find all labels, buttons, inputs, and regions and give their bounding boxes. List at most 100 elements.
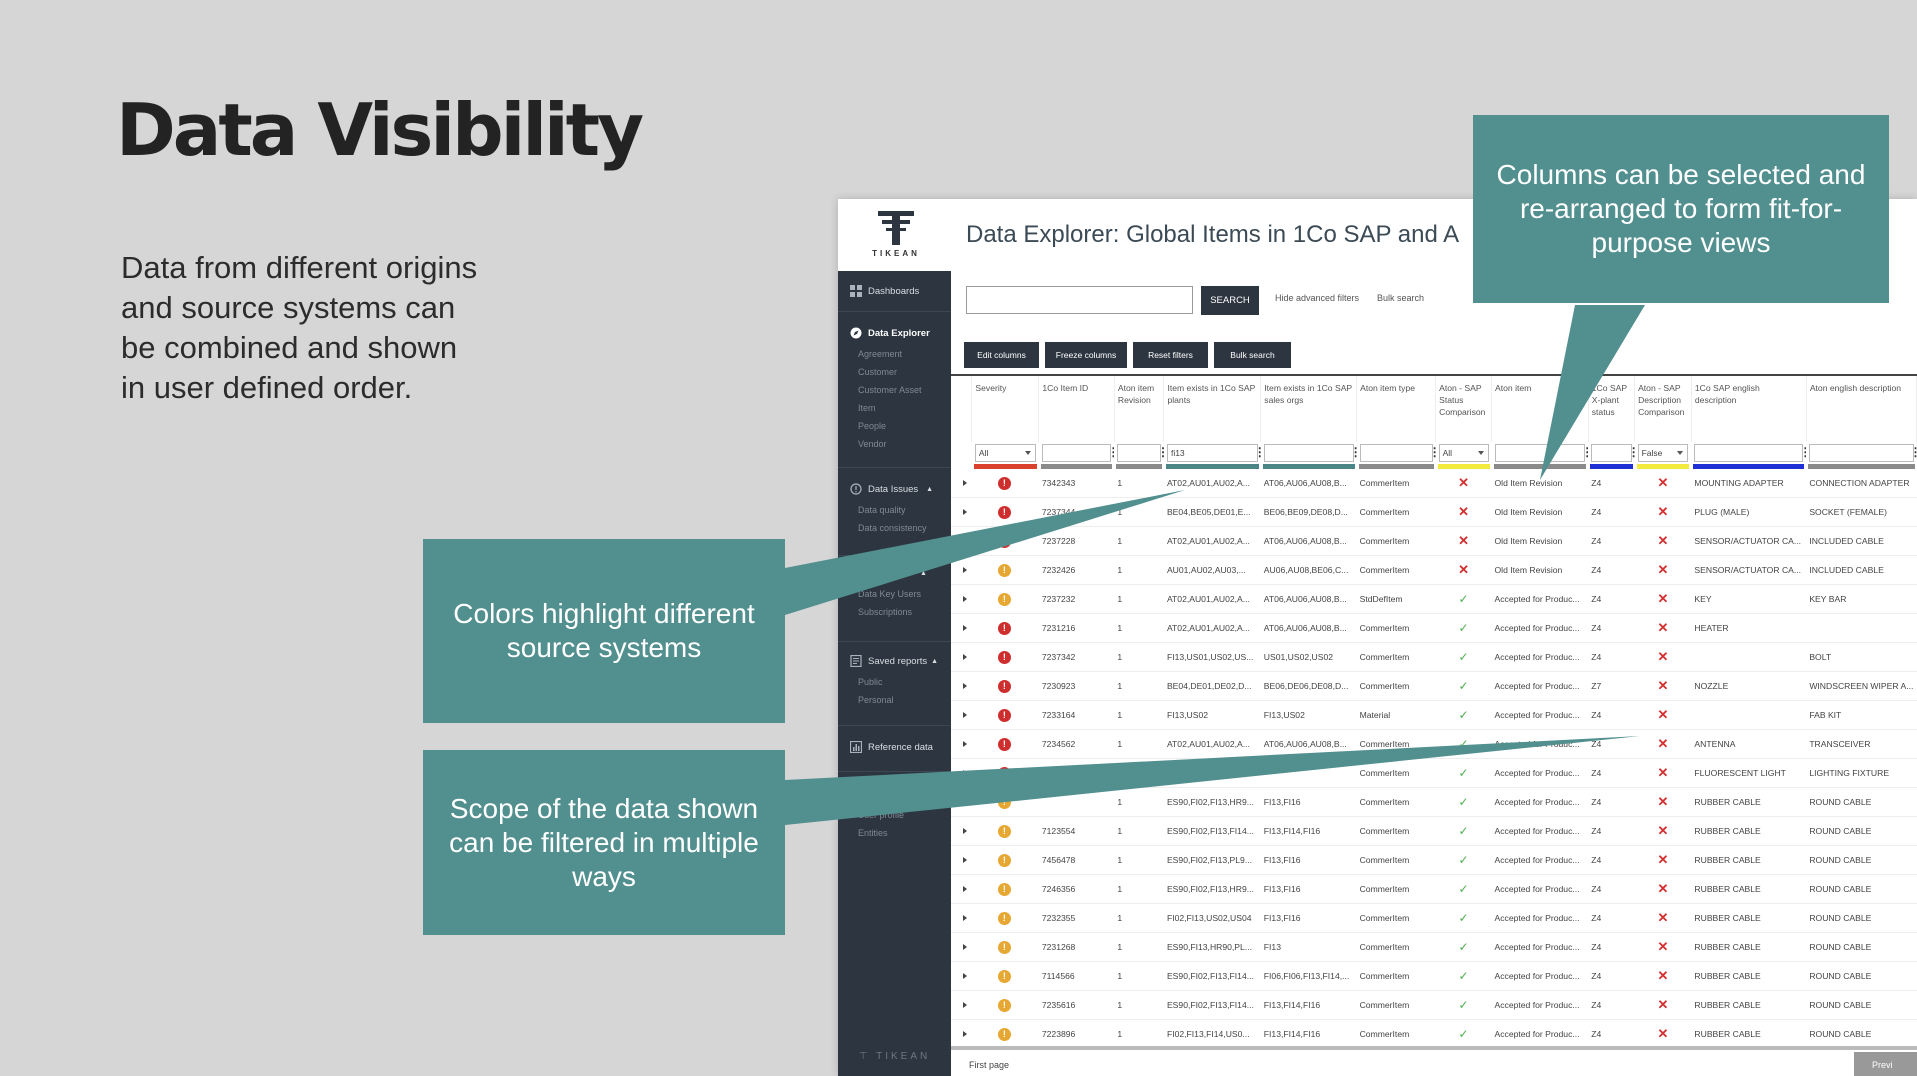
- sidebar-item-dashboards[interactable]: Dashboards: [838, 279, 951, 303]
- sidebar-item-saved-reports[interactable]: Saved reports ▲: [838, 649, 951, 673]
- table-row[interactable]: ! 7237228 1 AT02,AU01,AU02,A... AT06,AU06,AU…: [951, 526, 1917, 556]
- sidebar-subitem-people[interactable]: People: [838, 417, 951, 435]
- sidebar-subitem-entities[interactable]: Entities: [838, 824, 951, 842]
- expand-row-toggle[interactable]: [951, 787, 972, 817]
- expand-row-toggle[interactable]: [951, 903, 972, 933]
- table-row[interactable]: ! 7456478 1 ES90,FI02,FI13,PL9... FI13,FI16 C…: [951, 845, 1917, 875]
- table-row[interactable]: ! 7237232 1 AT02,AU01,AU02,A... AT06,AU06,AU…: [951, 584, 1917, 614]
- column-header[interactable]: [951, 376, 973, 442]
- sidebar-subitem-subscriptions[interactable]: Subscriptions: [838, 603, 951, 621]
- tikean-logo[interactable]: TIKEAN: [866, 211, 926, 263]
- column-menu-icon[interactable]: ⋮: [1350, 446, 1357, 458]
- table-row[interactable]: ! 7231216 1 AT02,AU01,AU02,A... AT06,AU06,AU…: [951, 613, 1917, 643]
- sidebar-item-data-explorer[interactable]: Data Explorer: [838, 321, 951, 345]
- column-menu-icon[interactable]: ⋮: [1157, 446, 1164, 458]
- edit-columns-button[interactable]: Edit columns: [964, 342, 1039, 368]
- table-row[interactable]: ! 7230923 1 BE04,DE01,DE02,D... BE06,DE06,DE…: [951, 671, 1917, 701]
- item-id-cell[interactable]: 7456478: [1038, 845, 1115, 875]
- item-id-cell[interactable]: 7235616: [1038, 990, 1115, 1020]
- item-id-cell[interactable]: 7123554: [1038, 816, 1115, 846]
- sap-description-filter-input[interactable]: ⋮: [1694, 444, 1806, 462]
- reset-filters-button[interactable]: Reset filters: [1133, 342, 1208, 368]
- expand-row-toggle[interactable]: [951, 874, 972, 904]
- item-id-cell[interactable]: 7237232: [1038, 584, 1115, 614]
- column-header-description-comparison[interactable]: Aton - SAP Description Comparison: [1634, 376, 1692, 442]
- column-header-sales-orgs[interactable]: Item exists in 1Co SAP sales orgs: [1260, 376, 1358, 442]
- sidebar-subitem-data-consistency[interactable]: Data consistency: [838, 519, 951, 537]
- table-row[interactable]: ! 7232355 1 FI02,FI13,US02,US04 FI13,FI16 Com…: [951, 903, 1917, 933]
- sidebar-subitem-vendor[interactable]: Vendor: [838, 435, 951, 453]
- expand-row-toggle[interactable]: [951, 932, 972, 962]
- column-menu-icon[interactable]: ⋮: [1910, 446, 1917, 458]
- plants-filter-input[interactable]: fi13⋮: [1166, 444, 1261, 462]
- search-input[interactable]: [966, 286, 1193, 314]
- table-row[interactable]: ! 7114566 1 ES90,FI02,FI13,FI14... FI06,FI06…: [951, 961, 1917, 991]
- table-row[interactable]: ! 7237344 1 BE04,BE05,DE01,E... BE06,BE09,DE…: [951, 497, 1917, 527]
- sidebar-subitem-data-quality[interactable]: Data quality: [838, 501, 951, 519]
- table-row[interactable]: ! 7235616 1 ES90,FI02,FI13,FI14... FI13,FI14…: [951, 990, 1917, 1020]
- bulk-search-link[interactable]: Bulk search: [1377, 293, 1424, 303]
- sidebar-subitem-customer-asset[interactable]: Customer Asset: [838, 381, 951, 399]
- sidebar-subitem-item[interactable]: Item: [838, 399, 951, 417]
- column-header-xplant-status[interactable]: 1Co SAP X-plant status: [1588, 376, 1636, 442]
- table-row[interactable]: ! 7246356 1 ES90,FI02,FI13,HR9... FI13,FI16 C…: [951, 874, 1917, 904]
- item-type-filter-input[interactable]: ⋮: [1359, 444, 1436, 462]
- expand-row-toggle[interactable]: [951, 990, 972, 1020]
- column-menu-icon[interactable]: ⋮: [1107, 446, 1114, 458]
- item-id-cell[interactable]: 7233164: [1038, 700, 1115, 730]
- item-id-cell[interactable]: 7223896: [1038, 1019, 1115, 1048]
- sidebar-subitem-agreement[interactable]: Agreement: [838, 345, 951, 363]
- item-id-cell[interactable]: 7230923: [1038, 671, 1115, 701]
- column-header-revision[interactable]: Aton item Revision: [1114, 376, 1165, 442]
- table-row[interactable]: ! 7232426 1 AU01,AU02,AU03,... AU06,AU08,BE0…: [951, 555, 1917, 585]
- column-header-plants[interactable]: Item exists in 1Co SAP plants: [1163, 376, 1262, 442]
- column-header-item-type[interactable]: Aton item type: [1356, 376, 1437, 442]
- item-id-cell[interactable]: 7342343: [1038, 469, 1115, 498]
- hide-advanced-filters-link[interactable]: Hide advanced filters: [1275, 293, 1359, 303]
- sidebar-subitem-user-profile[interactable]: User profile: [838, 806, 951, 824]
- column-header-severity[interactable]: Severity: [971, 376, 1040, 442]
- column-header-sap-description[interactable]: 1Co SAP english description: [1691, 376, 1807, 442]
- item-id-cell[interactable]: 7237228: [1038, 526, 1115, 556]
- sales-orgs-filter-input[interactable]: ⋮: [1263, 444, 1357, 462]
- expand-row-toggle[interactable]: [951, 497, 972, 527]
- column-header-item-id[interactable]: 1Co Item ID: [1038, 376, 1115, 442]
- column-header-aton-item[interactable]: Aton item: [1491, 376, 1589, 442]
- previous-page-button[interactable]: Previ: [1854, 1052, 1917, 1076]
- item-id-cell[interactable]: 7234534: [1038, 758, 1115, 788]
- table-row[interactable]: ! 7234562 1 AT02,AU01,AU02,A... AT06,AU06,AU…: [951, 729, 1917, 759]
- item-id-cell[interactable]: 7237344: [1038, 497, 1115, 527]
- item-id-cell[interactable]: 7231216: [1038, 613, 1115, 643]
- item-id-filter-input[interactable]: ⋮: [1041, 444, 1114, 462]
- expand-row-toggle[interactable]: [951, 845, 972, 875]
- sidebar-subitem-public[interactable]: Public: [838, 673, 951, 691]
- item-id-cell[interactable]: 7232426: [1038, 555, 1115, 585]
- table-row[interactable]: ! 7223896 1 FI02,FI13,FI14,US0... FI13,FI14,…: [951, 1019, 1917, 1048]
- item-id-cell[interactable]: [1038, 787, 1115, 817]
- sidebar-item-reference-data[interactable]: Reference data: [838, 735, 951, 759]
- column-menu-icon[interactable]: ⋮: [1581, 446, 1588, 458]
- item-id-cell[interactable]: 7231268: [1038, 932, 1115, 962]
- expand-row-toggle[interactable]: [951, 469, 972, 498]
- bulk-search-button[interactable]: Bulk search: [1214, 342, 1291, 368]
- table-row[interactable]: ! 7342343 1 AT02,AU01,AU02,A... AT06,AU06,AU…: [951, 469, 1917, 498]
- item-id-cell[interactable]: 7234562: [1038, 729, 1115, 759]
- expand-row-toggle[interactable]: [951, 555, 972, 585]
- first-page-link[interactable]: First page: [969, 1060, 1009, 1070]
- revision-filter-input[interactable]: ⋮: [1117, 444, 1164, 462]
- column-menu-icon[interactable]: ⋮: [1429, 446, 1436, 458]
- item-id-cell[interactable]: 7232355: [1038, 903, 1115, 933]
- sidebar-subitem-data-key-users[interactable]: Data Key Users: [838, 585, 951, 603]
- table-row[interactable]: ! 7233164 1 FI13,US02 FI13,US02 Material ✓ Acce…: [951, 700, 1917, 730]
- severity-filter-select[interactable]: All: [974, 444, 1036, 462]
- description-comparison-filter-select[interactable]: False: [1637, 444, 1689, 462]
- column-menu-icon[interactable]: ⋮: [1799, 446, 1806, 458]
- expand-row-toggle[interactable]: [951, 961, 972, 991]
- search-button[interactable]: SEARCH: [1201, 286, 1259, 315]
- expand-row-toggle[interactable]: [951, 729, 972, 759]
- sidebar-item-data-issues[interactable]: Data Issues ▲: [838, 477, 951, 501]
- table-row[interactable]: ! 7237342 1 FI13,US01,US02,US... US01,US02,U…: [951, 642, 1917, 672]
- sidebar-subitem-customer[interactable]: Customer: [838, 363, 951, 381]
- aton-description-filter-input[interactable]: ⋮: [1809, 444, 1917, 462]
- sidebar-item-subscriptions-group[interactable]: ▲: [838, 561, 951, 585]
